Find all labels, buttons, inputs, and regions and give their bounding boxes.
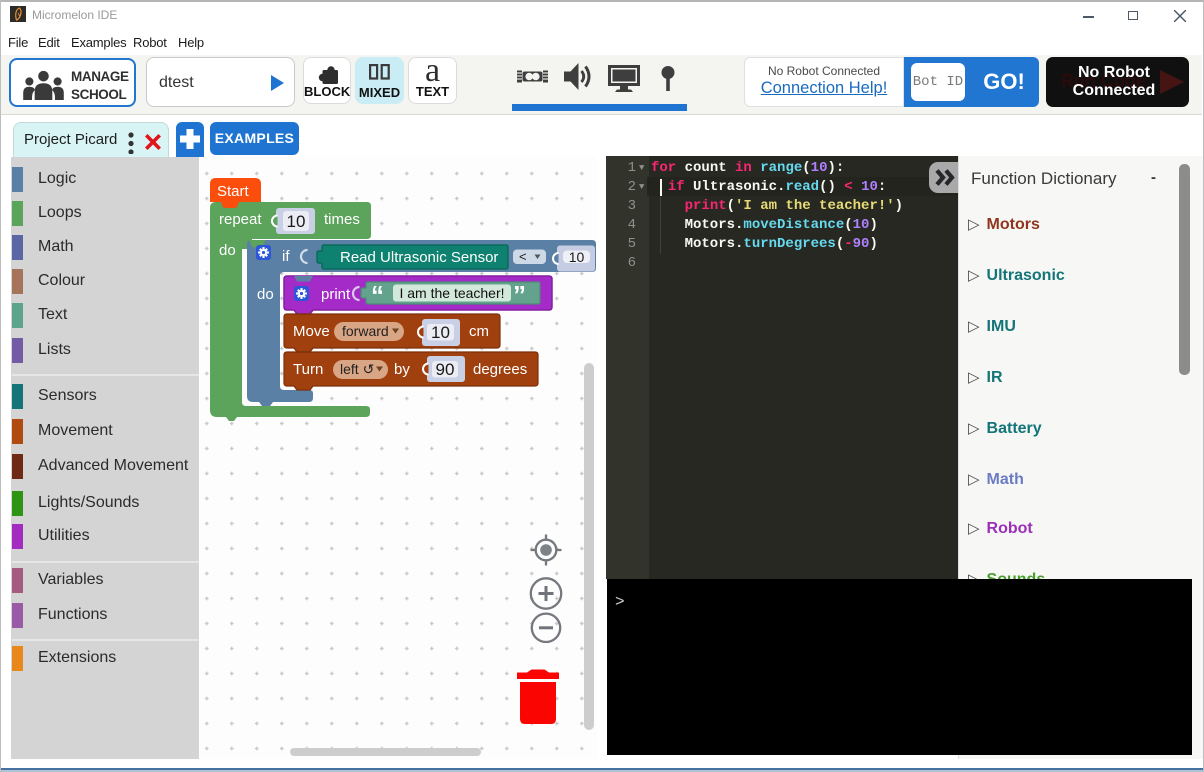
svg-text:print: print bbox=[321, 286, 351, 303]
svg-text:10: 10 bbox=[287, 212, 306, 231]
svg-text:<: < bbox=[519, 249, 527, 264]
svg-text:Move: Move bbox=[293, 323, 330, 340]
svg-text:“: “ bbox=[371, 280, 384, 310]
svg-text:if: if bbox=[282, 248, 290, 265]
svg-text:10: 10 bbox=[569, 249, 585, 265]
svg-text:repeat: repeat bbox=[219, 211, 262, 228]
svg-text:left ↺: left ↺ bbox=[340, 361, 374, 377]
svg-text:”: ” bbox=[513, 280, 526, 310]
svg-text:by: by bbox=[394, 361, 410, 378]
svg-text:90: 90 bbox=[436, 360, 455, 379]
svg-text:cm: cm bbox=[469, 323, 489, 340]
svg-text:Start: Start bbox=[217, 183, 250, 200]
svg-text:do: do bbox=[257, 286, 274, 303]
svg-text:Turn: Turn bbox=[293, 361, 323, 378]
svg-text:times: times bbox=[324, 211, 360, 228]
svg-text:I am the teacher!: I am the teacher! bbox=[399, 285, 504, 301]
svg-text:Read Ultrasonic Sensor: Read Ultrasonic Sensor bbox=[340, 249, 498, 266]
svg-text:10: 10 bbox=[431, 323, 450, 342]
svg-text:degrees: degrees bbox=[473, 361, 527, 378]
svg-text:forward: forward bbox=[342, 323, 389, 339]
svg-text:do: do bbox=[219, 242, 236, 259]
